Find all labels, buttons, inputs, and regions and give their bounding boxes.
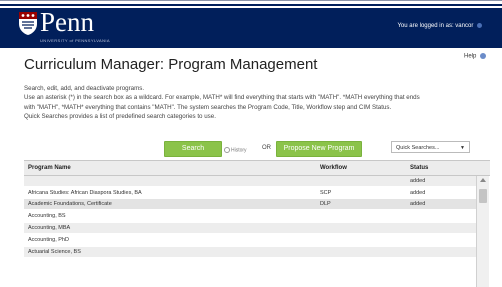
- penn-shield-icon: [19, 12, 37, 35]
- table-row[interactable]: Africana Studies: African Diaspora Studi…: [24, 188, 476, 198]
- site-header: Penn UNIVERSITY of PENNSYLVANIA You are …: [0, 7, 502, 48]
- column-header-status[interactable]: Status: [410, 165, 428, 171]
- table-row[interactable]: Accounting, PhD: [24, 235, 476, 245]
- history-toggle[interactable]: History: [224, 147, 247, 153]
- scrollbar-thumb[interactable]: [479, 189, 487, 203]
- page-description: Search, edit, add, and deactivate progra…: [24, 84, 486, 122]
- program-name-cell: Accounting, BS: [28, 213, 66, 219]
- programs-table: Program Name Workflow Status added Afric…: [24, 160, 490, 287]
- table-row[interactable]: added: [24, 176, 476, 186]
- propose-new-program-button[interactable]: Propose New Program: [276, 141, 362, 157]
- program-name-cell: Actuarial Science, BS: [28, 249, 81, 255]
- logged-in-status: You are logged in as: vancor: [397, 23, 482, 29]
- help-icon: [480, 53, 486, 59]
- logged-in-text: You are logged in as: vancor: [397, 23, 474, 30]
- program-name-cell: Accounting, PhD: [28, 237, 69, 243]
- workflow-cell: DLP: [320, 201, 331, 207]
- quick-searches-select[interactable]: Quick Searches... ▼: [391, 141, 470, 153]
- top-thin-line: [0, 0, 502, 1]
- help-link[interactable]: Help: [464, 53, 486, 60]
- history-label: History: [231, 147, 247, 154]
- user-status-icon: [477, 23, 482, 28]
- table-row[interactable]: Accounting, MBA: [24, 223, 476, 233]
- penn-logo-text[interactable]: Penn: [40, 7, 94, 37]
- description-line: Quick Searches provides a list of predef…: [24, 113, 216, 121]
- status-cell: added: [410, 178, 426, 184]
- column-header-program-name[interactable]: Program Name: [28, 165, 71, 171]
- top-bar-line: [0, 4, 502, 6]
- table-row[interactable]: Academic Foundations, Certificate DLP ad…: [24, 199, 476, 209]
- description-line: with "MATH", *MATH* everything that cont…: [24, 103, 392, 111]
- history-radio-icon[interactable]: [224, 147, 230, 153]
- program-name-cell: Africana Studies: African Diaspora Studi…: [28, 190, 142, 196]
- page-title: Curriculum Manager: Program Management: [24, 56, 318, 73]
- status-cell: added: [410, 201, 426, 207]
- or-separator: OR: [262, 145, 271, 151]
- dropdown-arrow-icon: ▼: [460, 145, 465, 151]
- program-name-cell: Accounting, MBA: [28, 225, 71, 231]
- penn-logo-subtitle: UNIVERSITY of PENNSYLVANIA: [40, 38, 110, 43]
- help-label: Help: [463, 53, 477, 60]
- table-row[interactable]: Accounting, BS: [24, 211, 476, 221]
- program-name-cell: Academic Foundations, Certificate: [28, 201, 112, 207]
- workflow-cell: SCP: [320, 190, 332, 196]
- status-cell: added: [410, 190, 426, 196]
- table-header: Program Name Workflow Status: [24, 161, 490, 176]
- column-header-workflow[interactable]: Workflow: [320, 165, 347, 171]
- search-button[interactable]: Search: [164, 141, 222, 157]
- scroll-up-icon[interactable]: [480, 178, 486, 182]
- table-row[interactable]: Actuarial Science, BS: [24, 247, 476, 257]
- table-scrollbar[interactable]: [476, 176, 489, 287]
- description-line: Use an asterisk (*) in the search box as…: [24, 94, 420, 102]
- quick-searches-label: Quick Searches...: [396, 145, 440, 151]
- description-line: Search, edit, add, and deactivate progra…: [24, 85, 145, 92]
